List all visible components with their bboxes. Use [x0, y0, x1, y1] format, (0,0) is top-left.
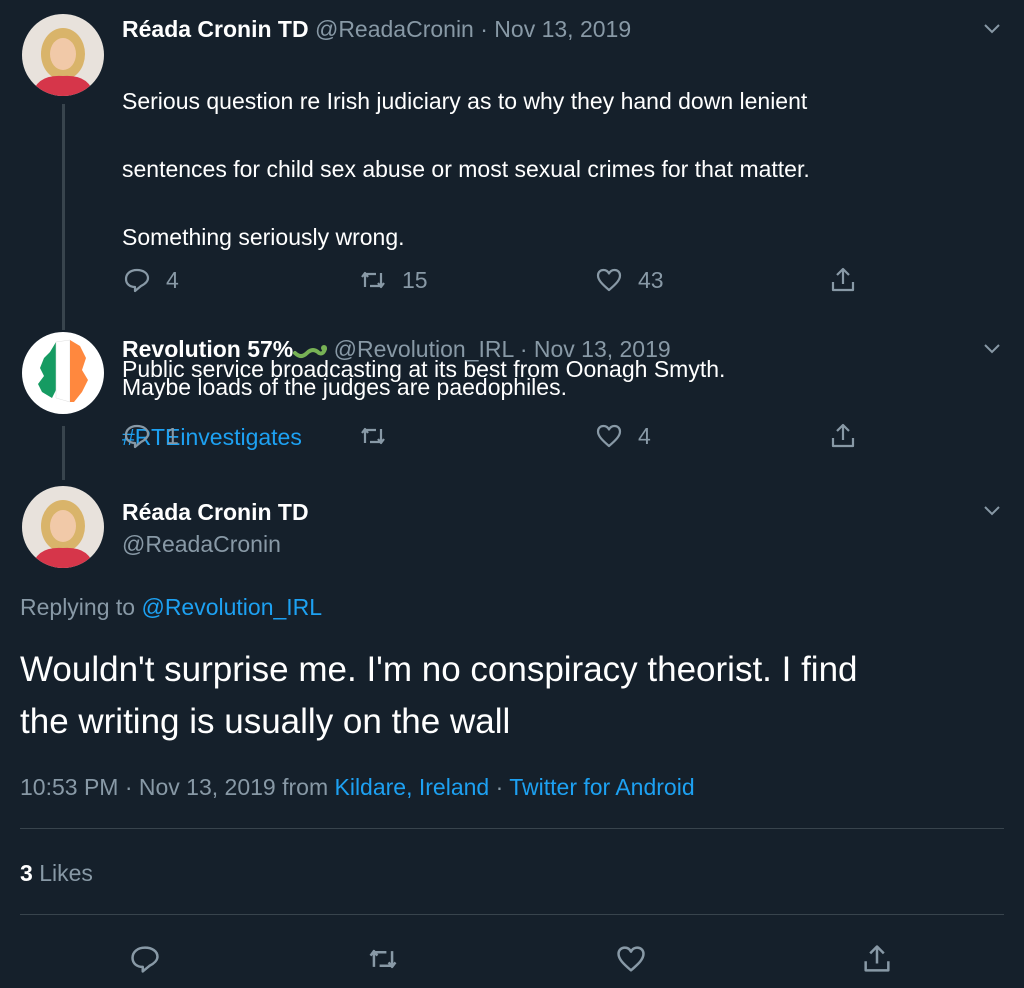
- tweet-timestamp[interactable]: 10:53 PM · Nov 13, 2019 from: [20, 774, 328, 800]
- chevron-down-icon[interactable]: [982, 342, 1002, 356]
- chevron-down-icon[interactable]: [982, 22, 1002, 36]
- reply-button[interactable]: 1: [122, 421, 179, 451]
- replying-to-link[interactable]: @Revolution_IRL: [141, 594, 322, 620]
- like-count: 4: [638, 422, 651, 449]
- avatar[interactable]: [22, 486, 104, 568]
- share-button[interactable]: [828, 421, 858, 451]
- display-name[interactable]: Réada Cronin TD: [122, 16, 309, 42]
- tweet-date[interactable]: · Nov 13, 2019: [520, 336, 671, 362]
- share-icon[interactable]: [860, 942, 894, 976]
- retweet-count: 15: [402, 266, 428, 293]
- tweet-revolution-reply[interactable]: Revolution 57% @Revolution_IRL · Nov 13,…: [0, 330, 1024, 480]
- thread-line: [62, 104, 65, 330]
- share-icon: [831, 267, 855, 292]
- tweet-header: Revolution 57% @Revolution_IRL · Nov 13,…: [122, 334, 671, 364]
- tweet-text: Maybe loads of the judges are paedophile…: [122, 374, 567, 400]
- chevron-down-icon[interactable]: [982, 504, 1002, 518]
- display-name[interactable]: Réada Cronin TD: [122, 496, 309, 528]
- tweet-header: Réada Cronin TD @ReadaCronin · Nov 13, 2…: [122, 14, 631, 44]
- likes-stat[interactable]: 3 Likes: [20, 858, 93, 888]
- reply-icon: [124, 268, 150, 293]
- user-handle[interactable]: @ReadaCronin: [315, 16, 474, 42]
- meta-separator: ·: [495, 774, 504, 800]
- user-handle[interactable]: @Revolution_IRL: [334, 336, 514, 362]
- replying-prefix: Replying to: [20, 594, 136, 620]
- tweet-text-line: Something seriously wrong.: [122, 224, 405, 250]
- tweet-meta: 10:53 PM · Nov 13, 2019 from Kildare, Ir…: [20, 772, 695, 802]
- retweet-icon: [361, 427, 385, 445]
- share-button[interactable]: [828, 265, 858, 295]
- thread-line: [62, 426, 65, 480]
- like-count: 43: [638, 266, 664, 293]
- main-tweet-actions: [0, 942, 1024, 978]
- tweet-text-line: Serious question re Irish judiciary as t…: [122, 88, 808, 114]
- snake-emoji-icon: [293, 345, 328, 358]
- avatar[interactable]: [22, 332, 104, 414]
- avatar[interactable]: [22, 14, 104, 96]
- tweet-actions: 1 4: [122, 421, 882, 451]
- user-handle[interactable]: @ReadaCronin: [122, 528, 309, 560]
- reply-icon[interactable]: [128, 942, 162, 976]
- divider: [20, 914, 1004, 915]
- retweet-button[interactable]: 15: [358, 265, 428, 295]
- replying-to: Replying to @Revolution_IRL: [20, 592, 322, 622]
- retweet-icon: [361, 271, 385, 289]
- author-block[interactable]: Réada Cronin TD @ReadaCronin: [122, 496, 309, 560]
- like-icon: [596, 424, 622, 448]
- display-name[interactable]: Revolution 57%: [122, 336, 293, 362]
- likes-count: 3: [20, 860, 33, 886]
- reply-count: 4: [166, 266, 179, 293]
- tweet-actions: 4 15 43: [122, 265, 882, 295]
- source-link[interactable]: Twitter for Android: [509, 774, 694, 800]
- divider: [20, 828, 1004, 829]
- tweet-readacronin-original[interactable]: Réada Cronin TD @ReadaCronin · Nov 13, 2…: [0, 0, 1024, 450]
- reply-button[interactable]: 4: [122, 265, 179, 295]
- tweet-date[interactable]: · Nov 13, 2019: [480, 16, 631, 42]
- retweet-icon[interactable]: [366, 942, 400, 976]
- reply-count: 1: [166, 422, 179, 449]
- reply-icon: [124, 424, 150, 449]
- location-link[interactable]: Kildare, Ireland: [335, 774, 490, 800]
- tweet-text-line: sentences for child sex abuse or most se…: [122, 156, 810, 182]
- like-icon: [596, 268, 622, 292]
- likes-label: Likes: [39, 860, 93, 886]
- tweet-text-line: Wouldn't surprise me. I'm no conspiracy …: [20, 650, 858, 689]
- share-icon: [831, 423, 855, 448]
- like-icon[interactable]: [614, 942, 648, 976]
- retweet-button[interactable]: [358, 421, 388, 451]
- like-button[interactable]: 43: [594, 265, 664, 295]
- main-tweet-text: Wouldn't surprise me. I'm no conspiracy …: [20, 644, 858, 748]
- tweet-text-line: the writing is usually on the wall: [20, 702, 511, 741]
- main-tweet: Réada Cronin TD @ReadaCronin Replying to…: [0, 480, 1024, 988]
- like-button[interactable]: 4: [594, 421, 651, 451]
